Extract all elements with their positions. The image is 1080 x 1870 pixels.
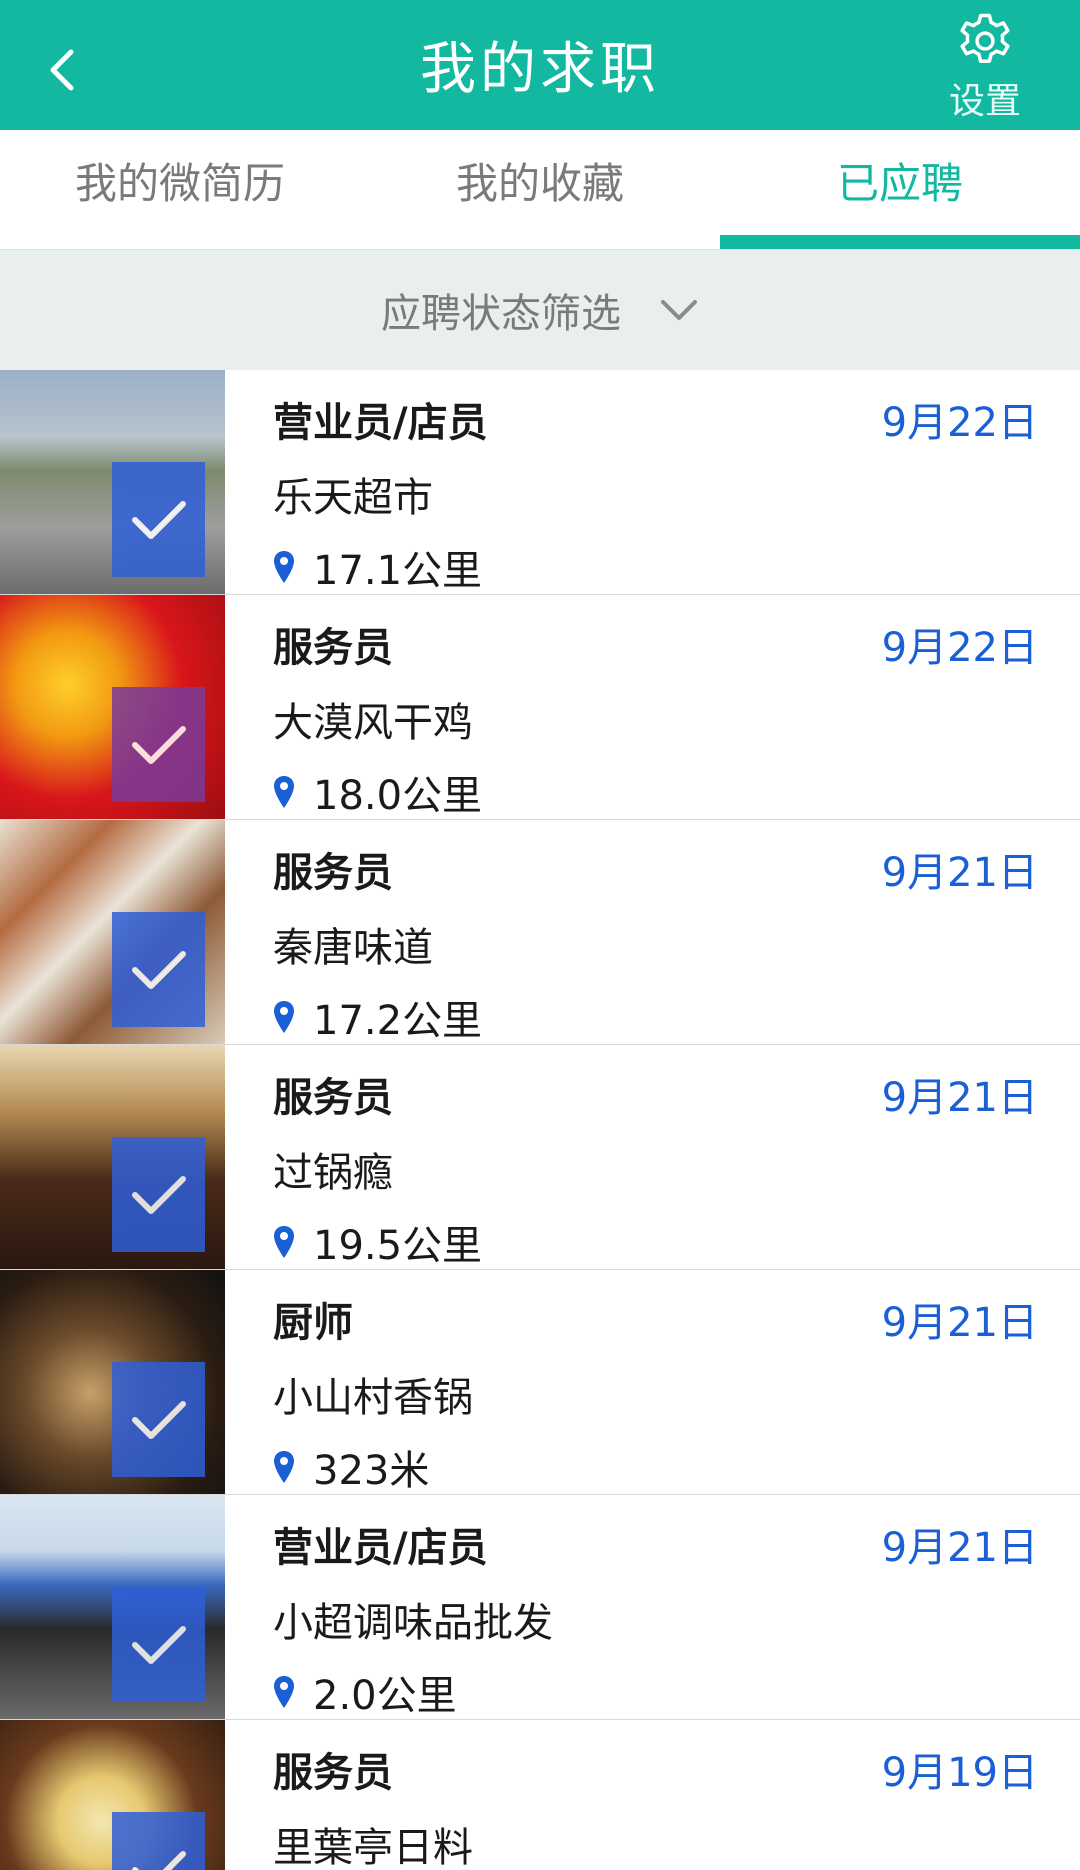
location-info: 323米: [273, 1438, 429, 1496]
checkmark-icon: [131, 1625, 186, 1664]
job-thumbnail: [0, 1720, 225, 1870]
job-list-item[interactable]: 营业员/店员 9月22日 乐天超市 17.1公里: [0, 370, 1080, 595]
company-name: 大漠风干鸡: [273, 700, 473, 746]
applied-date: 9月21日: [881, 850, 1038, 896]
applied-check-badge: [112, 462, 205, 577]
applied-check-badge: [112, 1587, 205, 1702]
job-thumbnail: [0, 1495, 225, 1719]
location-pin-icon: [274, 551, 294, 583]
company-name: 小超调味品批发: [273, 1600, 553, 1646]
job-thumbnail: [0, 1045, 225, 1269]
checkmark-icon: [131, 725, 186, 764]
applied-date: 9月21日: [881, 1525, 1038, 1571]
distance: 19.5公里: [313, 1223, 483, 1269]
job-thumbnail: [0, 370, 225, 594]
job-list-item[interactable]: 营业员/店员 9月21日 小超调味品批发 2.0公里: [0, 1495, 1080, 1720]
location-pin-icon: [274, 1001, 294, 1033]
job-title: 厨师: [273, 1300, 353, 1346]
top-bar: 我的求职 设置: [0, 0, 1080, 130]
job-list-item[interactable]: 服务员 9月21日 过锅瘾 19.5公里: [0, 1045, 1080, 1270]
company-name: 过锅瘾: [273, 1150, 393, 1196]
location-pin-icon: [274, 1451, 294, 1483]
gear-icon: [960, 13, 1010, 63]
applied-check-badge: [112, 1137, 205, 1252]
applied-jobs-list: 营业员/店员 9月22日 乐天超市 17.1公里 服务员 9月22日 大漠风干鸡: [0, 370, 1080, 1870]
location-pin-icon: [274, 776, 294, 808]
job-thumbnail: [0, 595, 225, 819]
checkmark-icon: [131, 1175, 186, 1214]
applied-date: 9月21日: [881, 1075, 1038, 1121]
job-list-item[interactable]: 服务员 9月21日 秦唐味道 17.2公里: [0, 820, 1080, 1045]
applied-check-badge: [112, 1812, 205, 1870]
company-name: 乐天超市: [273, 475, 433, 521]
checkmark-icon: [131, 500, 186, 539]
tab-bar: 我的微简历 我的收藏 已应聘: [0, 130, 1080, 250]
location-pin-icon: [274, 1226, 294, 1258]
applied-date: 9月21日: [881, 1300, 1038, 1346]
tab-micro-resume[interactable]: 我的微简历: [0, 130, 360, 249]
job-list-item[interactable]: 厨师 9月21日 小山村香锅 323米: [0, 1270, 1080, 1495]
settings-button[interactable]: 设置: [945, 12, 1025, 124]
settings-label: 设置: [948, 81, 1021, 122]
job-title: 服务员: [273, 1750, 393, 1796]
chevron-down-icon: [661, 300, 697, 320]
company-name: 小山村香锅: [273, 1375, 473, 1421]
distance: 17.2公里: [313, 998, 483, 1044]
location-pin-icon: [274, 1676, 294, 1708]
filter-label: 应聘状态筛选: [381, 291, 621, 337]
page-title: 我的求职: [420, 37, 660, 102]
location-info: 18.0公里: [273, 763, 482, 821]
job-title: 服务员: [273, 625, 393, 671]
job-thumbnail: [0, 820, 225, 1044]
checkmark-icon: [131, 1400, 186, 1439]
job-list-item[interactable]: 服务员 9月22日 大漠风干鸡 18.0公里: [0, 595, 1080, 820]
job-title: 服务员: [273, 1075, 393, 1121]
tab-favorites[interactable]: 我的收藏: [360, 130, 720, 249]
job-title: 营业员/店员: [273, 400, 488, 446]
status-filter[interactable]: 应聘状态筛选: [0, 250, 1080, 370]
company-name: 里葉亭日料: [273, 1825, 473, 1870]
job-list-item[interactable]: 服务员 9月19日 里葉亭日料: [0, 1720, 1080, 1870]
checkmark-icon: [131, 950, 186, 989]
applied-check-badge: [112, 912, 205, 1027]
distance: 18.0公里: [313, 773, 483, 819]
distance: 2.0公里: [313, 1673, 457, 1719]
location-info: 19.5公里: [273, 1213, 482, 1271]
applied-date: 9月22日: [881, 625, 1038, 671]
distance: 323米: [313, 1448, 430, 1494]
checkmark-icon: [131, 1850, 186, 1870]
distance: 17.1公里: [313, 548, 483, 594]
applied-check-badge: [112, 687, 205, 802]
applied-check-badge: [112, 1362, 205, 1477]
company-name: 秦唐味道: [273, 925, 433, 971]
tab-applied[interactable]: 已应聘: [720, 130, 1080, 249]
applied-date: 9月19日: [881, 1750, 1038, 1796]
location-info: 17.2公里: [273, 988, 482, 1046]
location-info: 17.1公里: [273, 538, 482, 596]
job-thumbnail: [0, 1270, 225, 1494]
applied-date: 9月22日: [881, 400, 1038, 446]
job-title: 服务员: [273, 850, 393, 896]
job-title: 营业员/店员: [273, 1525, 488, 1571]
location-info: 2.0公里: [273, 1663, 457, 1721]
